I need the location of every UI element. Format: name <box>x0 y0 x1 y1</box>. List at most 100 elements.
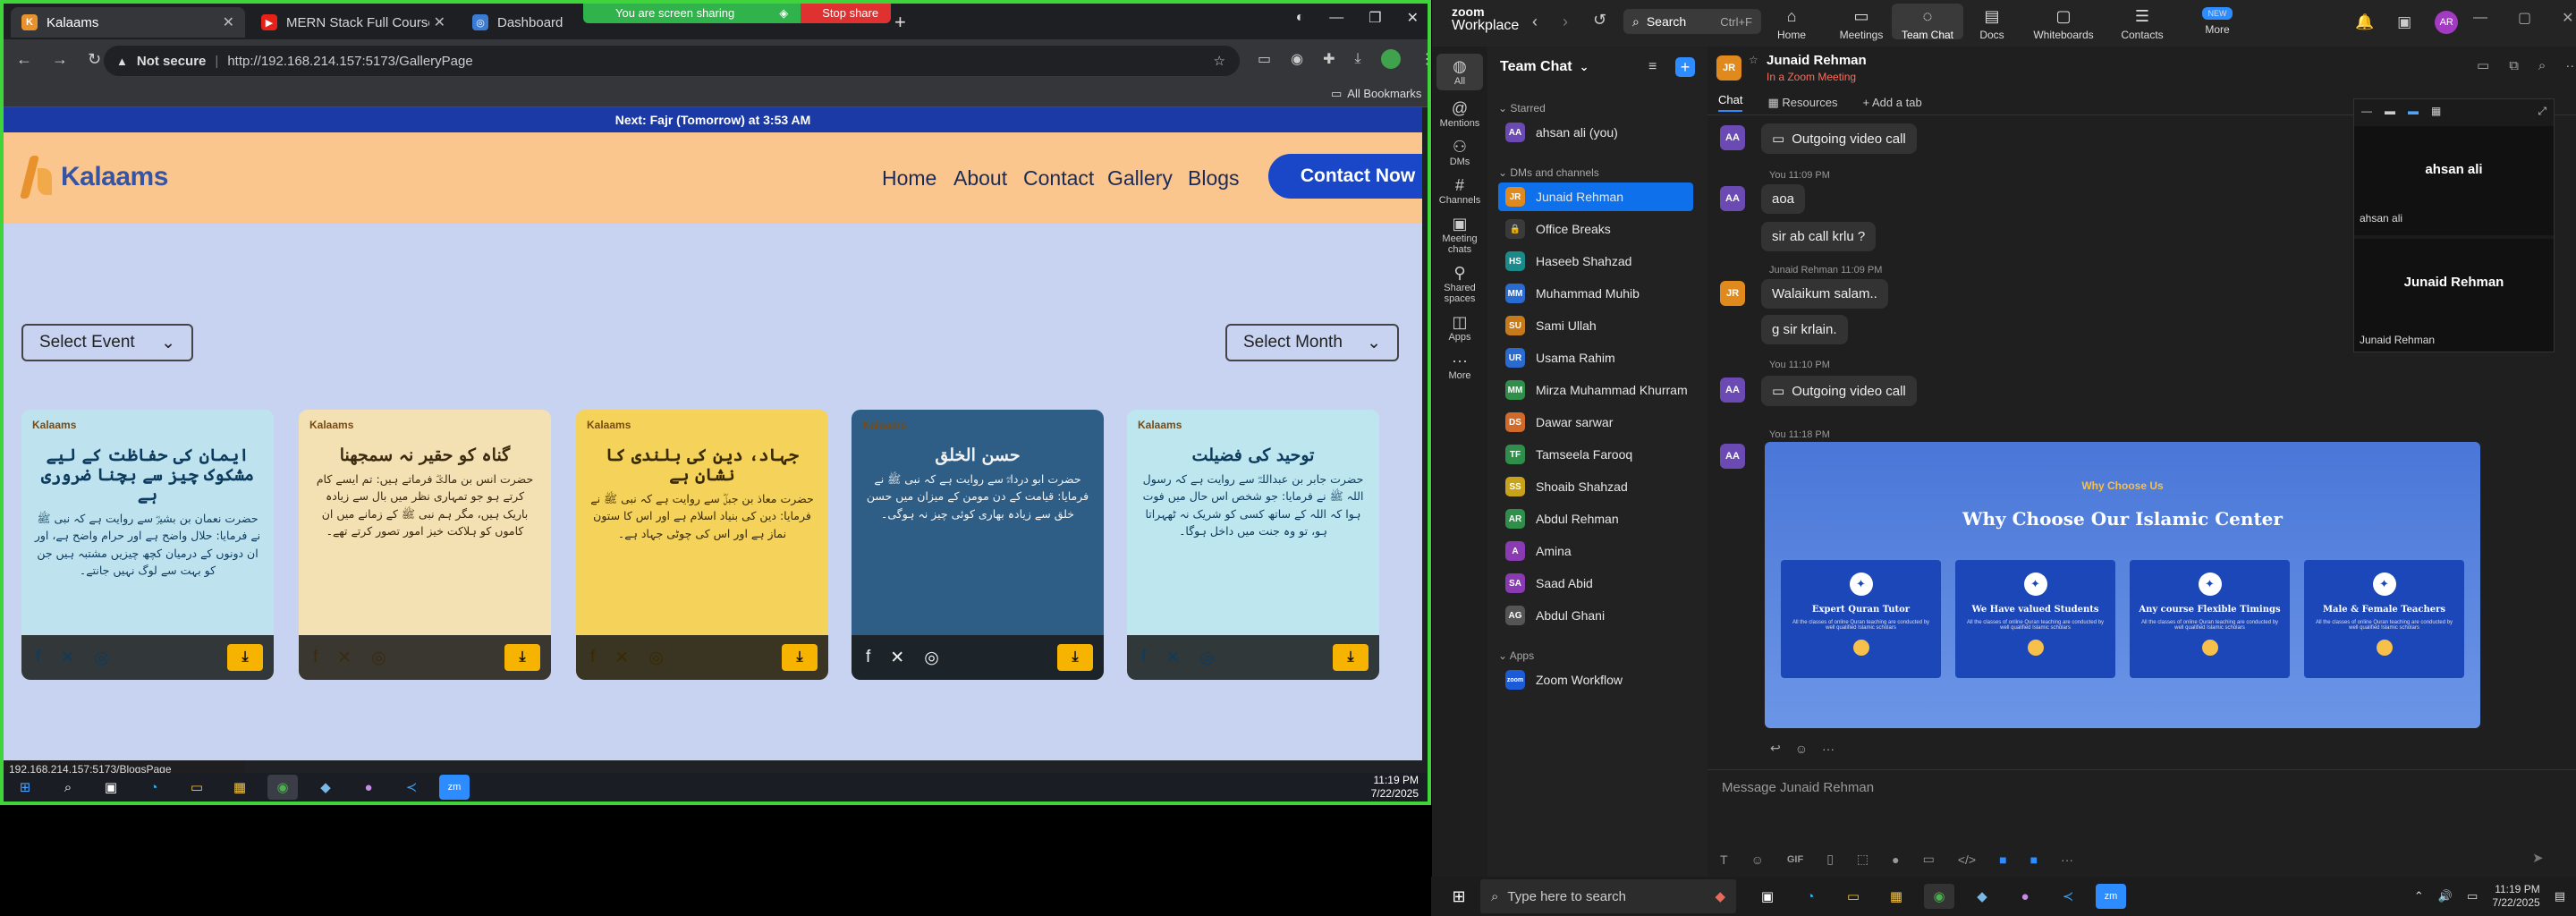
contact-item[interactable]: MM Mirza Muhammad Khurram <box>1498 376 1693 404</box>
x-twitter-icon[interactable]: ✕ <box>890 648 904 668</box>
rail-apps[interactable]: ◫ Apps <box>1432 313 1487 343</box>
chrome-icon[interactable]: ◉ <box>1924 884 1954 909</box>
video-tile-remote[interactable]: Junaid Rehman Junaid Rehman <box>2354 239 2554 352</box>
contact-item[interactable]: AG Abdul Ghani <box>1498 601 1693 630</box>
format-icon[interactable]: T <box>1720 852 1728 867</box>
profile-badge-icon[interactable]: ◐ <box>1296 10 1305 26</box>
close-tab-icon[interactable]: ✕ <box>223 13 234 31</box>
top-tab-meetings[interactable]: ▭ Meetings <box>1826 7 1897 41</box>
task-view-icon[interactable]: ▣ <box>1752 884 1783 909</box>
gallery-card[interactable]: Kalaams حسن الخلق حضرت ابو درداءؓ سے روایت… <box>852 410 1104 680</box>
more-dots-icon[interactable]: ··· <box>2061 852 2073 867</box>
video-call-icon[interactable]: ▭ <box>2477 57 2489 73</box>
zoom-search-box[interactable]: ⌕ Search Ctrl+F <box>1623 9 1761 34</box>
contact-item[interactable]: SU Sami Ullah <box>1498 311 1693 340</box>
filter-icon[interactable]: ≡ <box>1648 59 1657 75</box>
x-twitter-icon[interactable]: ✕ <box>337 648 352 668</box>
contact-item[interactable]: TF Tamseela Farooq <box>1498 440 1693 469</box>
section-apps[interactable]: ⌄ Apps <box>1498 649 1534 662</box>
contact-now-button[interactable]: Contact Now <box>1268 154 1422 199</box>
star-icon[interactable]: ☆ <box>1749 54 1758 66</box>
back-icon[interactable]: ← <box>16 50 32 69</box>
download-button[interactable]: ⤓ <box>227 644 263 671</box>
top-tab-contacts[interactable]: ☰ Contacts <box>2106 7 2178 41</box>
emoji-icon[interactable]: ☺ <box>1795 742 1808 756</box>
section-dms-channels[interactable]: ⌄ DMs and channels <box>1498 166 1599 179</box>
instagram-icon[interactable]: ◎ <box>1199 648 1215 668</box>
github-icon[interactable]: ● <box>353 775 384 800</box>
taskbar-search[interactable]: ⌕ Type here to search ◆ <box>1480 879 1736 913</box>
cast-icon[interactable]: ▭ <box>1258 50 1271 68</box>
pin-icon[interactable]: ◈ <box>779 6 788 20</box>
forward-icon[interactable]: › <box>1563 13 1568 31</box>
chat-header-avatar[interactable]: JR <box>1716 55 1741 81</box>
gallery-card[interactable]: Kalaams گناہ کو حقیر نہ سمجھنا حضرت انس بن… <box>299 410 551 680</box>
url-text[interactable]: http://192.168.214.157:5173/GalleryPage <box>227 54 472 69</box>
file-explorer-icon[interactable]: ▭ <box>182 775 212 800</box>
rail-dms[interactable]: ⚇ DMs <box>1432 138 1487 167</box>
chrome-icon[interactable]: ◉ <box>267 775 298 800</box>
windows-start-icon[interactable]: ⊞ <box>1444 884 1474 909</box>
nav-contact[interactable]: Contact <box>1023 166 1094 191</box>
shared-screenshot-image[interactable]: Why Choose Us Why Choose Our Islamic Cen… <box>1765 442 2480 728</box>
close-tab-icon[interactable]: ✕ <box>434 13 445 31</box>
calendar-icon[interactable]: ▣ <box>2397 13 2411 31</box>
all-bookmarks-button[interactable]: ▭ All Bookmarks <box>1331 87 1421 101</box>
gallery-view-icon[interactable]: ▦ <box>2431 105 2441 117</box>
close-window-icon[interactable]: ✕ <box>1407 9 1419 27</box>
x-twitter-icon[interactable]: ✕ <box>60 648 74 668</box>
chat-item-self[interactable]: AA ahsan ali (you) <box>1498 118 1693 147</box>
network-icon[interactable]: ▭ <box>2467 889 2478 903</box>
contact-item[interactable]: SS Shoaib Shahzad <box>1498 472 1693 501</box>
x-twitter-icon[interactable]: ✕ <box>1165 648 1180 668</box>
edge-icon[interactable]: ◔ <box>139 775 169 800</box>
contact-item[interactable]: AR Abdul Rehman <box>1498 505 1693 533</box>
maximize-icon[interactable]: ▢ <box>2518 9 2531 27</box>
gallery-card[interactable]: Kalaams ایمان کی حفاظت کے لیے مشکوک چیز س… <box>21 410 274 680</box>
download-button[interactable]: ⤓ <box>504 644 540 671</box>
store-icon[interactable]: ▦ <box>225 775 255 800</box>
downloads-icon[interactable]: ⤓ <box>1355 51 1361 67</box>
gif-icon[interactable]: GIF <box>1787 854 1803 865</box>
section-starred[interactable]: ⌄ Starred <box>1498 102 1546 114</box>
search-icon[interactable]: ⌕ <box>53 775 83 800</box>
tab-kalaams[interactable]: K Kalaams ✕ <box>11 7 245 38</box>
stop-share-button[interactable]: Stop share <box>801 4 892 23</box>
tab-dashboard[interactable]: ◎ Dashboard <box>462 7 578 38</box>
facebook-icon[interactable]: f <box>36 648 40 667</box>
facebook-icon[interactable]: f <box>866 648 870 667</box>
nav-blogs[interactable]: Blogs <box>1188 166 1240 191</box>
screenshot-icon[interactable]: ⬚ <box>1857 852 1868 867</box>
tab-resources[interactable]: ▦ Resources <box>1767 96 1837 110</box>
app-icon[interactable]: ■ <box>2030 852 2038 867</box>
tab-mern[interactable]: ▶ MERN Stack Full Course - ECom ✕ <box>250 7 456 38</box>
bookmark-star-icon[interactable]: ☆ <box>1214 53 1225 69</box>
vscode-icon[interactable]: ≺ <box>2053 884 2083 909</box>
view-icon[interactable]: ▬ <box>2385 105 2395 117</box>
edge-icon[interactable]: ◔ <box>1795 884 1826 909</box>
zoom-app-icon[interactable]: zm <box>2096 884 2126 909</box>
facebook-icon[interactable]: f <box>313 648 318 667</box>
windows-start-icon[interactable]: ⊞ <box>10 775 40 800</box>
instagram-icon[interactable]: ◎ <box>371 648 386 668</box>
profile-avatar[interactable] <box>1380 49 1401 69</box>
minimize-icon[interactable]: — <box>2361 105 2372 117</box>
tray-chevron-icon[interactable]: ⌃ <box>2414 889 2424 903</box>
contact-item[interactable]: MM Muhammad Muhib <box>1498 279 1693 308</box>
bell-icon[interactable]: 🔔 <box>2355 13 2374 31</box>
contact-item[interactable]: 🔒 Office Breaks <box>1498 215 1693 243</box>
contact-item[interactable]: JR Junaid Rehman <box>1498 182 1693 211</box>
download-button[interactable]: ⤓ <box>1057 644 1093 671</box>
store-icon[interactable]: ▦ <box>1881 884 1911 909</box>
app-icon[interactable]: ■ <box>1999 852 2006 867</box>
kalaams-logo[interactable]: Kalaams <box>20 156 168 199</box>
speaker-view-icon[interactable]: ▬ <box>2408 105 2419 117</box>
reply-icon[interactable]: ↩ <box>1770 741 1781 756</box>
omnibox[interactable]: ▲ Not secure | http://192.168.214.157:51… <box>104 46 1240 76</box>
reload-icon[interactable]: ↻ <box>88 50 101 69</box>
rail-mentions[interactable]: @ Mentions <box>1432 99 1487 129</box>
chat-header-name[interactable]: Junaid Rehman <box>1767 53 1867 68</box>
fullscreen-icon[interactable]: ⤢ <box>2538 105 2546 118</box>
new-tab-icon[interactable]: + <box>894 11 906 34</box>
maximize-icon[interactable]: ❐ <box>1368 9 1381 27</box>
